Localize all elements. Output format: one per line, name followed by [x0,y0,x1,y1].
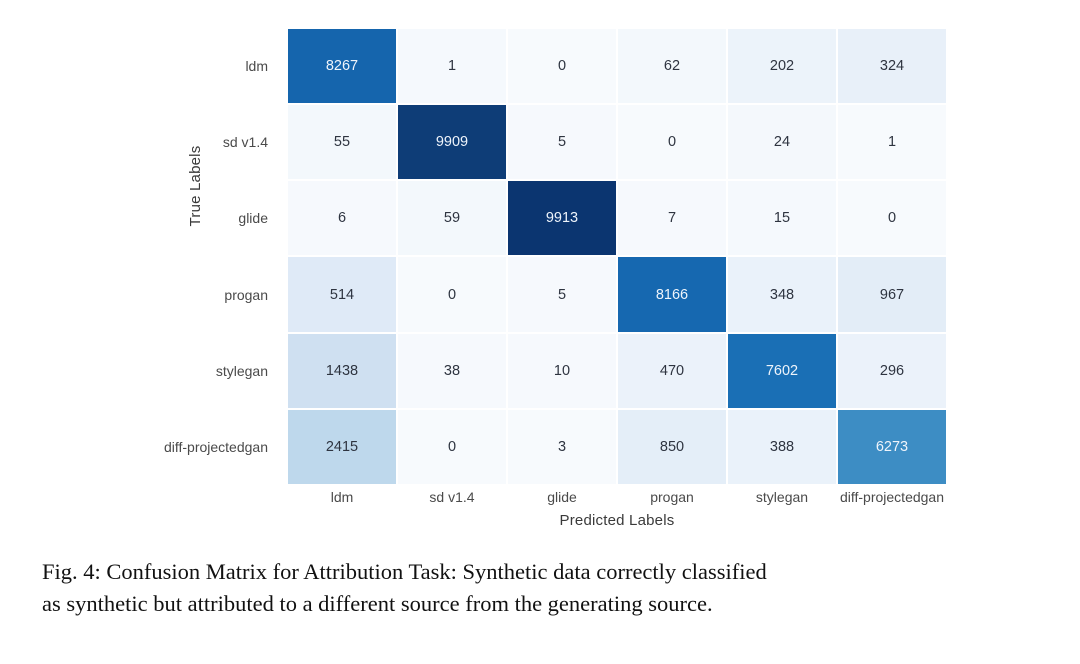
matrix-cell: 55 [287,104,397,181]
matrix-cell: 967 [837,256,947,333]
matrix-cell: 5 [507,256,617,333]
matrix-cell: 0 [507,28,617,105]
matrix-cell: 388 [727,408,837,485]
x-tick-label: glide [547,489,577,505]
matrix-cell: 1 [397,28,507,105]
matrix-cell: 6273 [837,408,947,485]
matrix-cell: 8267 [287,28,397,105]
y-tick-label: stylegan [215,362,268,379]
matrix-cell: 3 [507,408,617,485]
matrix-cell: 9913 [507,180,617,257]
confusion-matrix-figure: True Labels ldm sd v1.4 glide progan stylega… [0,0,1080,548]
matrix-cell: 7602 [727,332,837,409]
x-axis-label: Predicted Labels [559,512,675,529]
y-tick-label: diff-projectedgan [163,438,268,455]
y-tick-label: sd v1.4 [222,134,268,151]
matrix-cell: 62 [617,28,727,105]
x-tick-label: stylegan [755,489,809,505]
matrix-cell: 514 [287,256,397,333]
figure-caption-line-2: as synthetic but attributed to a differe… [42,590,713,616]
matrix-cell: 0 [397,408,507,485]
matrix-cell: 5 [507,104,617,181]
y-tick-label: glide [238,210,268,227]
matrix-cell: 1 [837,104,947,181]
matrix-cell: 7 [617,180,727,257]
matrix-cell: 0 [617,104,727,181]
matrix-cell: 296 [837,332,947,409]
matrix-cell: 1438 [287,332,397,409]
matrix-cell: 0 [837,180,947,257]
matrix-cell: 9909 [397,104,507,181]
matrix-cell: 2415 [287,408,397,485]
matrix-cell: 470 [617,332,727,409]
y-tick-label: progan [224,286,268,303]
x-tick-label: ldm [330,489,354,505]
matrix-cell: 15 [727,180,837,257]
x-tick-label: sd v1.4 [429,489,475,505]
y-tick-label: ldm [245,58,268,75]
matrix-cell: 6 [287,180,397,257]
matrix-cell: 324 [837,28,947,105]
figure-caption: Fig. 4: Confusion Matrix for Attribution… [42,556,1042,620]
x-axis-tick-labels: ldm sd v1.4 glide progan stylegan diff-projec… [287,489,947,511]
matrix-cell: 0 [397,256,507,333]
matrix-cell: 10 [507,332,617,409]
x-tick-label: diff-projectedgan [839,489,945,505]
matrix-cell: 850 [617,408,727,485]
matrix-cell: 24 [727,104,837,181]
x-tick-label: progan [650,489,694,505]
confusion-matrix-grid: 8267 1 0 62 202 324 55 9909 5 0 24 1 6 59 9913 7 15 0 514 0… [287,28,947,485]
matrix-cell: 348 [727,256,837,333]
y-axis-tick-labels: ldm sd v1.4 glide progan stylegan diff-projec… [140,28,278,485]
matrix-cell: 8166 [617,256,727,333]
matrix-cell: 202 [727,28,837,105]
matrix-cell: 38 [397,332,507,409]
figure-caption-line-1: Fig. 4: Confusion Matrix for Attribution… [42,559,767,584]
matrix-cell: 59 [397,180,507,257]
